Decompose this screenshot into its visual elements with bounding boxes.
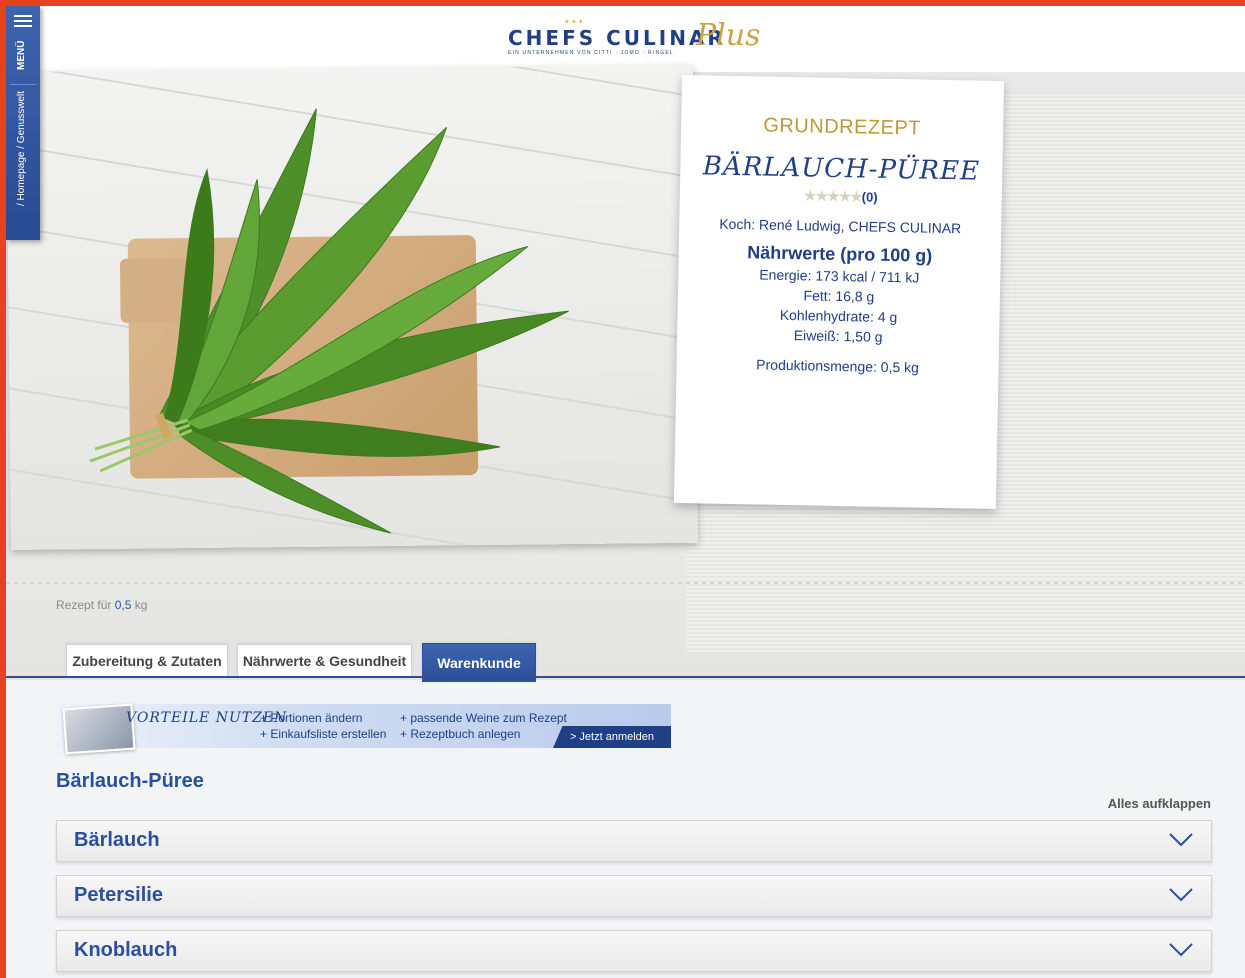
hero: GRUNDREZEPT BÄRLAUCH-PÜREE ★★★★★(0) Koch… [6, 64, 1245, 680]
recipe-cook: Koch: René Ludwig, CHEFS CULINAR [719, 215, 962, 237]
recipe-card: GRUNDREZEPT BÄRLAUCH-PÜREE ★★★★★(0) Koch… [673, 74, 1005, 510]
benefits-banner[interactable]: VORTEILE NUTZEN + Portionen ändern + Ein… [56, 703, 671, 755]
recipe-type-label: GRUNDREZEPT [763, 114, 922, 140]
site-header: CHEFS CULINAR ✦✦✦ EIN UNTERNEHMEN VON CI… [6, 6, 1245, 72]
recipe-title: BÄRLAUCH-PÜREE [702, 151, 981, 187]
page: CHEFS CULINAR ✦✦✦ EIN UNTERNEHMEN VON CI… [6, 6, 1245, 978]
banner-feature: + Portionen ändern [260, 711, 363, 725]
recipe-photo [6, 64, 698, 550]
tab-preparation[interactable]: Zubereitung & Zutaten [66, 644, 228, 677]
accordion-label: Petersilie [74, 884, 163, 906]
expand-all-link[interactable]: Alles aufklappen [1108, 796, 1211, 811]
accordion-label: Bärlauch [74, 829, 160, 851]
banner-feature: + passende Weine zum Rezept [400, 711, 567, 725]
nutrition-energy: Energie: 173 kcal / 711 kJ [759, 266, 920, 286]
production-amount: Produktionsmenge: 0,5 kg [756, 356, 920, 376]
wild-garlic-leaves-image [89, 108, 569, 534]
accordion-item[interactable]: Bärlauch [56, 820, 1212, 862]
rating-count: (0) [861, 189, 878, 205]
stitch-line [6, 582, 1245, 584]
logo-tagline: EIN UNTERNEHMEN VON CITTI · JOMO · RINGE… [508, 50, 674, 56]
logo-plus: Plus [696, 18, 761, 53]
menu-divider [10, 84, 36, 85]
side-menu[interactable]: MENÜ / Homepage / Genusswelt [6, 6, 40, 240]
nutrition-protein: Eiweiß: 1,50 g [793, 327, 883, 345]
hamburger-icon[interactable] [6, 6, 40, 27]
nutrition-fat: Fett: 16,8 g [803, 287, 875, 305]
chevron-down-icon[interactable] [1169, 833, 1193, 847]
recipe-portion-label: Rezept für [56, 598, 112, 612]
tab-nutrition[interactable]: Nährwerte & Gesundheit [237, 644, 412, 677]
accordion-item[interactable]: Petersilie [56, 875, 1212, 917]
banner-feature: + Einkaufsliste erstellen [260, 727, 387, 741]
nutrition-carbs: Kohlenhydrate: 4 g [779, 306, 898, 326]
chevron-down-icon[interactable] [1169, 943, 1193, 957]
chef-photo [62, 703, 136, 755]
login-button[interactable]: > Jetzt anmelden [553, 726, 671, 748]
breadcrumb[interactable]: / Homepage / Genusswelt [16, 91, 27, 206]
recipe-portion-unit: kg [134, 598, 148, 612]
menu-label[interactable]: MENÜ [16, 41, 27, 70]
accordion-item[interactable]: Knoblauch [56, 930, 1212, 972]
section-title: Bärlauch-Püree [56, 770, 204, 792]
rating-stars-icon[interactable]: ★★★★★ [804, 187, 862, 204]
logo-brand: CHEFS CULINAR [508, 26, 726, 50]
accordion-label: Knoblauch [74, 939, 178, 961]
recipe-portion-value[interactable]: 0,5 [115, 598, 132, 612]
banner-feature: + Rezeptbuch anlegen [400, 727, 521, 741]
recipe-rating[interactable]: ★★★★★(0) [680, 185, 1002, 208]
recipe-portion: Rezept für 0,5 kg [56, 598, 147, 612]
nutrition-title: Nährwerte (pro 100 g) [747, 242, 933, 266]
tab-underline [6, 676, 1245, 678]
logo-stars-icon: ✦✦✦ [564, 19, 585, 26]
chevron-down-icon[interactable] [1169, 888, 1193, 902]
